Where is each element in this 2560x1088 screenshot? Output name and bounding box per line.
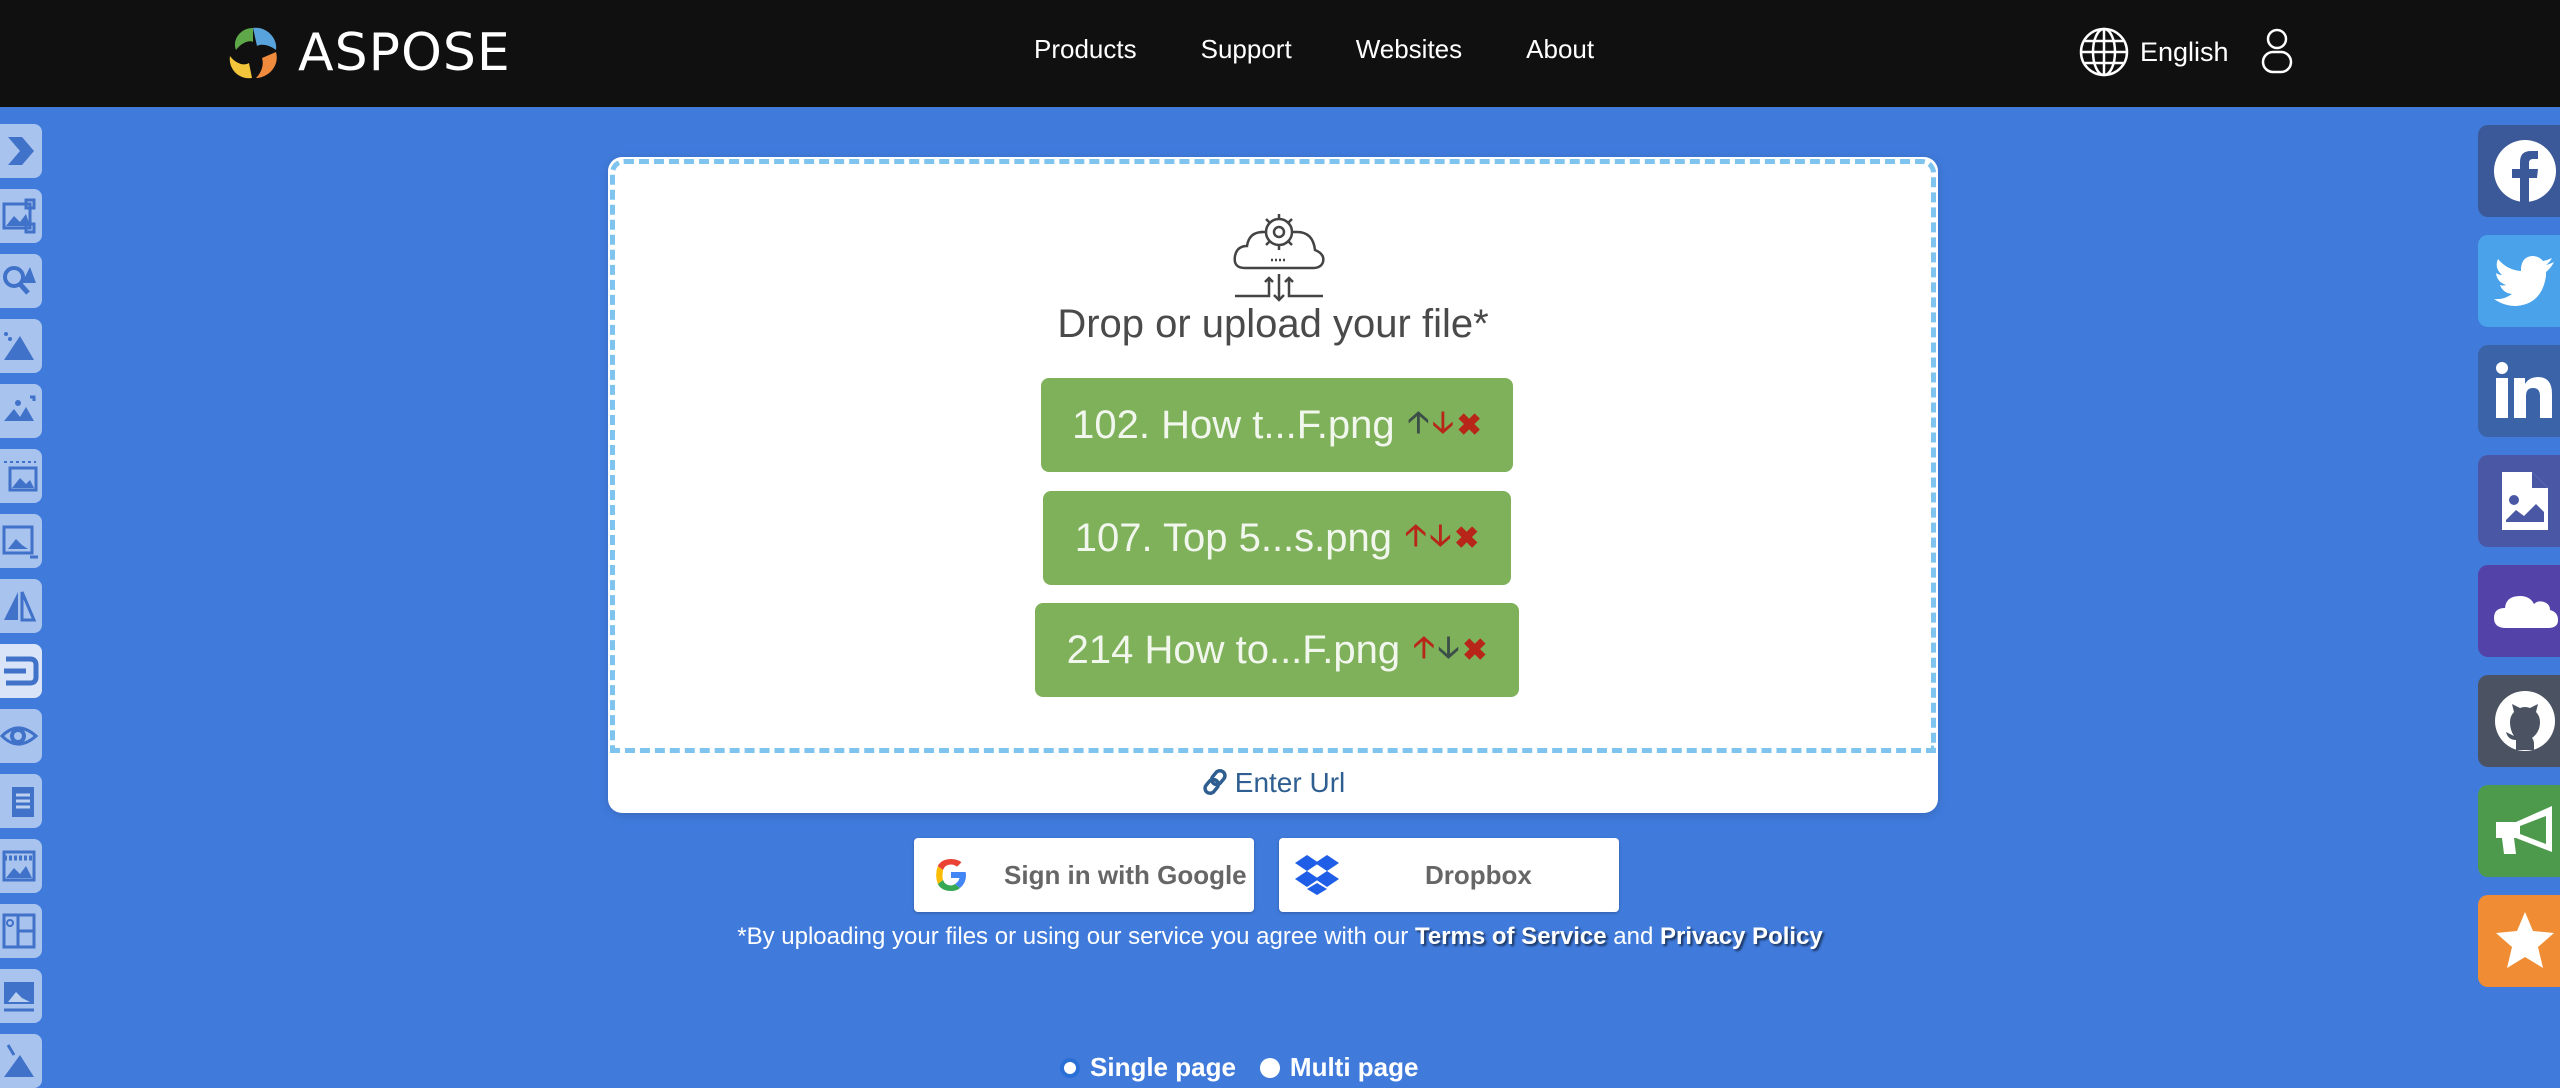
- enter-url-link[interactable]: Enter Url: [608, 767, 1938, 799]
- image-watermark-icon: [2, 850, 36, 882]
- image-compress-icon: [4, 332, 34, 360]
- language-label: English: [2140, 36, 2229, 67]
- eye-icon: [0, 726, 39, 746]
- aspose-swirl-icon: [229, 27, 277, 79]
- nav-about[interactable]: About: [1526, 34, 1594, 65]
- nav-support[interactable]: Support: [1201, 34, 1292, 65]
- dropbox-icon: [1295, 855, 1339, 895]
- file-name: 214 How to...F.png: [1066, 627, 1401, 672]
- cloud-icon: [2494, 596, 2558, 628]
- file-image-icon: [2502, 472, 2548, 530]
- linkedin-icon: [2496, 362, 2552, 418]
- image-edit-icon: [4, 1044, 34, 1077]
- privacy-policy-link[interactable]: Privacy Policy: [1660, 923, 1823, 950]
- upload-card: Drop or upload your file* 102. How t...F…: [608, 157, 1938, 813]
- move-down-icon[interactable]: 🡣: [1430, 513, 1452, 564]
- page-mode-selector: Single page Multi page: [1060, 1052, 1418, 1083]
- link-icon: [1203, 768, 1227, 796]
- google-signin-button[interactable]: Sign in with Google: [914, 838, 1254, 912]
- file-name: 102. How t...F.png: [1072, 402, 1395, 447]
- file-dropzone[interactable]: Drop or upload your file* 102. How t...F…: [610, 159, 1936, 753]
- image-caption-icon: [4, 982, 34, 1012]
- document-convert-icon: [12, 787, 34, 817]
- multi-page-label: Multi page: [1289, 1052, 1419, 1082]
- tool-image-frame[interactable]: [0, 514, 42, 568]
- image-search-icon: [3, 266, 36, 295]
- share-file-image[interactable]: [2478, 455, 2560, 547]
- tool-image-view[interactable]: [0, 709, 42, 763]
- remove-file-icon[interactable]: ✖: [1454, 521, 1479, 556]
- megaphone-icon: [2496, 806, 2552, 854]
- remove-file-icon[interactable]: ✖: [1462, 633, 1487, 668]
- share-github[interactable]: [2478, 675, 2560, 767]
- image-resize-icon: [2, 198, 36, 234]
- share-linkedin[interactable]: [2478, 345, 2560, 437]
- file-item: 214 How to...F.png 🡡 🡣 ✖: [1035, 603, 1519, 697]
- multi-page-radio[interactable]: [1259, 1057, 1280, 1078]
- chevron-right-icon: [8, 137, 34, 165]
- tool-merge[interactable]: [0, 644, 42, 698]
- image-crop-icon: [4, 395, 36, 421]
- single-page-radio[interactable]: [1060, 1057, 1080, 1078]
- move-down-icon[interactable]: 🡣: [1432, 400, 1454, 451]
- tool-image-edit[interactable]: [0, 1034, 42, 1088]
- image-frame-icon: [2, 525, 38, 559]
- remove-file-icon[interactable]: ✖: [1457, 408, 1482, 443]
- image-border-icon: [4, 461, 38, 492]
- drop-title: Drop or upload your file*: [1057, 302, 1489, 346]
- image-flip-icon: [4, 591, 37, 622]
- tool-image-resize[interactable]: [0, 189, 42, 243]
- nav-websites[interactable]: Websites: [1356, 34, 1462, 65]
- dropbox-button[interactable]: Dropbox: [1279, 838, 1619, 912]
- github-icon: [2495, 691, 2555, 751]
- file-name: 107. Top 5...s.png: [1074, 515, 1393, 560]
- facebook-icon: [2494, 140, 2556, 204]
- tool-image-crop[interactable]: [0, 384, 42, 438]
- single-page-label: Single page: [1090, 1052, 1236, 1082]
- twitter-icon: [2494, 256, 2554, 306]
- consent-body: *By uploading your files or using our se…: [737, 923, 1409, 950]
- globe-icon: [2079, 27, 2129, 77]
- tool-image-caption[interactable]: [0, 969, 42, 1023]
- tool-image-flip[interactable]: [0, 579, 42, 633]
- cloud-gear-upload-icon: [1233, 214, 1325, 302]
- merge-icon: [4, 656, 39, 686]
- dropbox-label: Dropbox: [1425, 859, 1532, 890]
- language-selector[interactable]: English: [2078, 26, 2229, 78]
- tool-image-watermark[interactable]: [0, 839, 42, 893]
- tool-image-search[interactable]: [0, 254, 42, 308]
- sidebar-toggle[interactable]: [0, 124, 42, 178]
- top-navbar: ASPOSE Products Support Websites About E…: [0, 0, 2560, 107]
- share-announcement[interactable]: [2478, 785, 2560, 877]
- share-facebook[interactable]: [2478, 125, 2560, 217]
- terms-of-service-link[interactable]: Terms of Service: [1415, 923, 1607, 950]
- main-nav: Products Support Websites About: [1034, 34, 1658, 65]
- consent-text: *By uploading your files or using our se…: [0, 923, 2560, 951]
- tool-document-convert[interactable]: [0, 774, 42, 828]
- share-twitter[interactable]: [2478, 235, 2560, 327]
- move-up-icon[interactable]: 🡡: [1405, 513, 1427, 564]
- enter-url-label: Enter Url: [1234, 767, 1346, 798]
- share-cloud[interactable]: [2478, 565, 2560, 657]
- file-item: 102. How t...F.png 🡡 🡣 ✖: [1041, 378, 1513, 472]
- move-up-icon[interactable]: 🡡: [1413, 625, 1435, 676]
- user-account-icon[interactable]: [2260, 28, 2294, 74]
- google-icon: [936, 859, 966, 891]
- move-up-icon[interactable]: 🡡: [1408, 400, 1430, 451]
- consent-and: and: [1613, 923, 1654, 950]
- google-signin-label: Sign in with Google: [1004, 859, 1247, 890]
- tool-image-border[interactable]: [0, 449, 42, 503]
- tool-image-compress[interactable]: [0, 319, 42, 373]
- move-down-icon[interactable]: 🡣: [1438, 625, 1460, 676]
- aspose-logo[interactable]: ASPOSE: [222, 22, 511, 84]
- nav-products[interactable]: Products: [1034, 34, 1137, 65]
- file-item: 107. Top 5...s.png 🡡 🡣 ✖: [1043, 491, 1511, 585]
- brand-name: ASPOSE: [298, 23, 511, 83]
